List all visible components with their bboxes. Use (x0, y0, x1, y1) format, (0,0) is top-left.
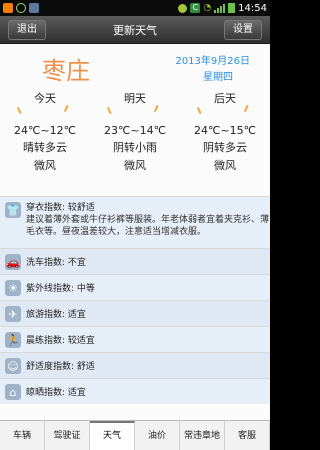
index-title: 紫外线指数: 中等 (26, 284, 95, 294)
recycle-icon (16, 3, 26, 13)
cloudy-icon (243, 104, 254, 115)
tab-violation-spots[interactable]: 常违章地 (180, 421, 225, 450)
tab-fuel-price[interactable]: 油价 (135, 421, 180, 450)
sunny-icon (63, 104, 74, 115)
signal-icon (214, 3, 226, 13)
hanger-icon: ⌂ (5, 384, 21, 400)
status-time: 14:54 (238, 2, 267, 14)
forecast-today: 今天 24℃~12℃ 晴转多云 微风 (0, 90, 90, 194)
index-exercise[interactable]: 🏃 晨练指数: 较适宜 (0, 326, 270, 352)
city-name: 枣庄 (42, 57, 90, 85)
bottom-tab-bar: 车辆 驾驶证 天气 油价 常违章地 客服 (0, 420, 270, 450)
forecast-tomorrow: 明天 23℃~14℃ 阴转小雨 微风 (90, 90, 180, 194)
day-wind: 微风 (124, 159, 146, 172)
current-date: 2013年9月26日 (175, 56, 250, 67)
day-wind: 微风 (214, 159, 236, 172)
tab-vehicle[interactable]: 车辆 (0, 421, 45, 450)
weather-content: 枣庄 2013年9月26日 星期四 今天 24℃~12℃ 晴转多云 微风 明天 … (0, 44, 270, 420)
android-icon (178, 3, 188, 13)
day-name: 今天 (34, 92, 56, 105)
photo-icon (29, 3, 39, 13)
weather-header: 枣庄 2013年9月26日 星期四 (0, 44, 270, 94)
smile-icon: ☺ (5, 358, 21, 374)
day-temperature: 24℃~12℃ (14, 124, 76, 137)
car-icon: 🚗 (5, 254, 21, 270)
app-icon (3, 3, 13, 13)
index-comfort[interactable]: ☺ 舒适度指数: 舒适 (0, 352, 270, 378)
settings-button[interactable]: 设置 (224, 20, 262, 40)
index-title: 洗车指数: 不宜 (26, 258, 86, 268)
exercise-icon: 🏃 (5, 332, 21, 348)
day-temperature: 24℃~15℃ (194, 124, 256, 137)
battery-icon (228, 3, 236, 13)
sunny-icon (16, 104, 27, 115)
index-title: 旅游指数: 适宜 (26, 310, 86, 320)
forecast-days: 今天 24℃~12℃ 晴转多云 微风 明天 23℃~14℃ 阴转小雨 微风 后天… (0, 90, 270, 194)
day-name: 后天 (214, 92, 236, 105)
rain-icon (153, 104, 164, 115)
cloudy-icon (196, 104, 207, 115)
index-travel[interactable]: ✈ 旅游指数: 适宜 (0, 300, 270, 326)
index-title: 舒适度指数: 舒适 (26, 362, 95, 372)
c-icon: C (190, 3, 201, 13)
status-bar: C ◔ 14:54 (0, 0, 270, 16)
rain-icon (106, 104, 117, 115)
uv-icon: ☀ (5, 280, 21, 296)
tab-license[interactable]: 驾驶证 (45, 421, 90, 450)
day-name: 明天 (124, 92, 146, 105)
current-weekday: 星期四 (203, 72, 233, 83)
index-title: 晾晒指数: 适宜 (26, 388, 86, 398)
index-car-wash[interactable]: 🚗 洗车指数: 不宜 (0, 248, 270, 274)
index-clothing[interactable]: 👕 穿衣指数: 较舒适 建议着薄外套或牛仔衫裤等服装。年老体弱者宜着夹克衫、薄毛… (0, 196, 270, 248)
life-index-list: 👕 穿衣指数: 较舒适 建议着薄外套或牛仔衫裤等服装。年老体弱者宜着夹克衫、薄毛… (0, 196, 270, 404)
index-description: 建议着薄外套或牛仔衫裤等服装。年老体弱者宜着夹克衫、薄毛衣等。昼夜温差较大，注意… (26, 215, 270, 237)
status-left-icons (3, 3, 39, 13)
day-temperature: 23℃~14℃ (104, 124, 166, 137)
plane-icon: ✈ (5, 306, 21, 322)
tab-support[interactable]: 客服 (225, 421, 270, 450)
day-condition: 晴转多云 (23, 141, 67, 154)
index-uv[interactable]: ☀ 紫外线指数: 中等 (0, 274, 270, 300)
index-title: 穿衣指数: 较舒适 (26, 203, 95, 213)
index-title: 晨练指数: 较适宜 (26, 336, 95, 346)
day-wind: 微风 (34, 159, 56, 172)
shirt-icon: 👕 (5, 202, 21, 218)
day-condition: 阴转多云 (203, 141, 247, 154)
index-drying[interactable]: ⌂ 晾晒指数: 适宜 (0, 378, 270, 404)
wifi-icon: ◔ (203, 3, 212, 13)
tab-weather[interactable]: 天气 (90, 421, 135, 450)
forecast-day-after: 后天 24℃~15℃ 阴转多云 微风 (180, 90, 270, 194)
title-bar: 退出 更新天气 设置 (0, 16, 270, 44)
status-right-icons: C ◔ 14:54 (178, 3, 267, 14)
day-condition: 阴转小雨 (113, 141, 157, 154)
